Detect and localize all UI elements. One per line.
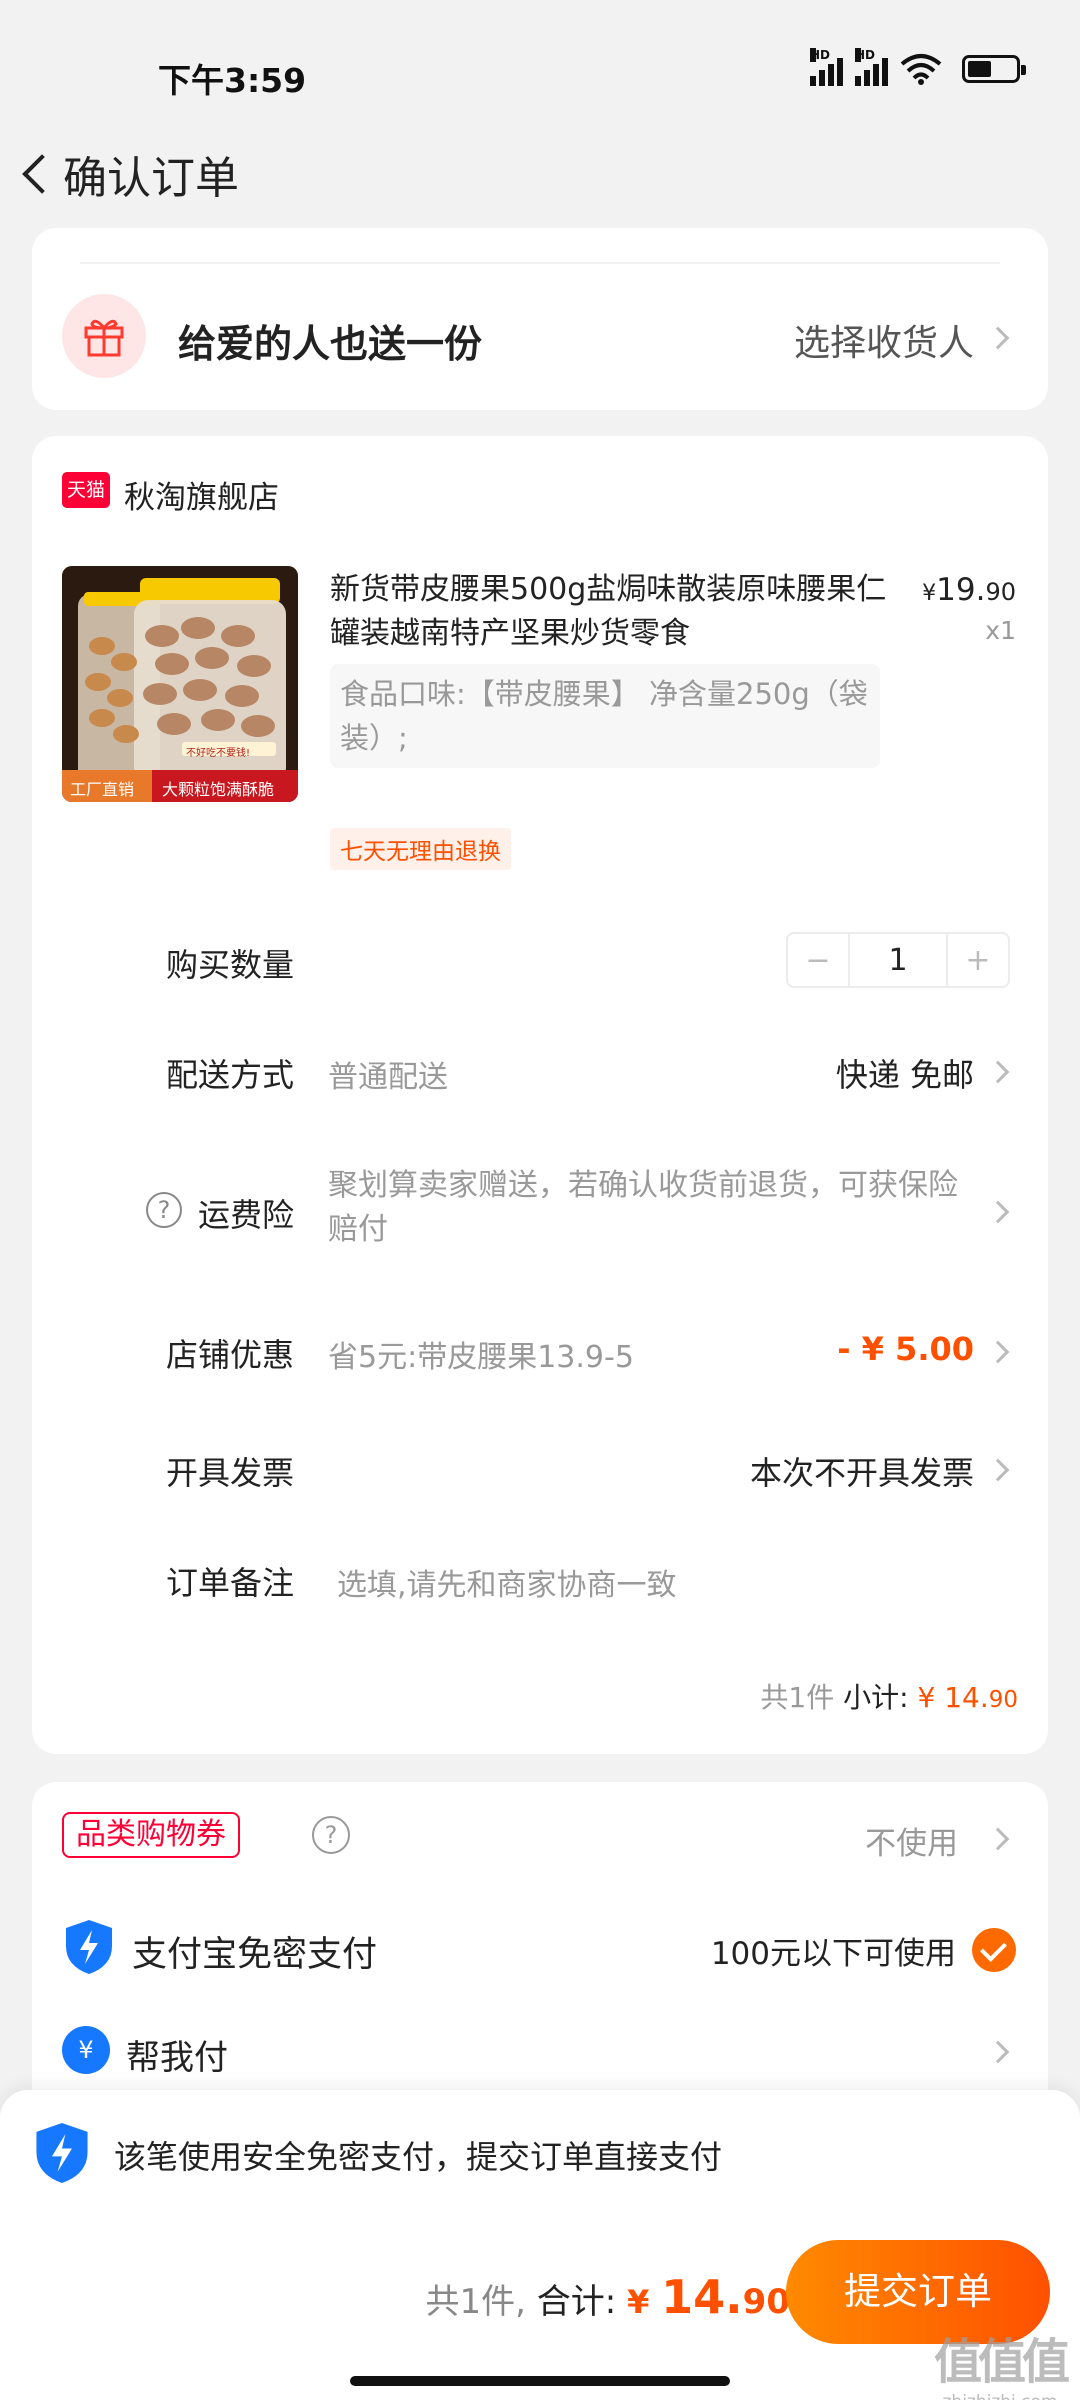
chevron-right-icon [986, 2040, 1010, 2064]
nav-bar: 确认订单 [0, 130, 1080, 230]
signal-hd-label: HD [810, 48, 831, 62]
alipay-note: 100元以下可使用 [710, 1936, 956, 1972]
chevron-right-icon [986, 1340, 1010, 1364]
product-spec[interactable]: 食品口味:【带皮腰果】 净含量250g（袋装）; [330, 664, 880, 768]
subtotal: 共1件 小计: ¥ 14.90 [760, 1676, 1018, 1716]
subtotal-symbol: ¥ [917, 1681, 936, 1714]
discount-value: - ¥ 5.00 [837, 1330, 974, 1368]
watermark: 值值值 zhizhizhi.com [933, 2322, 1070, 2400]
image-badge-top: 不好吃不要钱! [186, 748, 251, 759]
coupon-value[interactable]: 不使用 [865, 1818, 958, 1863]
total-label: 合计: [536, 2282, 617, 2322]
back-chevron-icon[interactable] [14, 144, 58, 204]
total-count: 共1件, [425, 2282, 526, 2322]
status-icons: HD HD [810, 48, 1026, 86]
delivery-row[interactable]: 配送方式 普通配送 快递 免邮 [32, 1050, 1048, 1110]
delivery-label: 配送方式 [166, 1056, 295, 1094]
chevron-right-icon [986, 1458, 1010, 1482]
tmall-badge: 天猫 [62, 472, 110, 508]
signal-icon: HD [810, 48, 843, 86]
subtotal-amount: ¥ 14.90 [917, 1681, 1018, 1714]
total-dec: 90 [742, 2282, 790, 2322]
alipay-label[interactable]: 支付宝免密支付 [132, 1926, 377, 1977]
page-title: 确认订单 [63, 153, 239, 204]
invoice-row[interactable]: 开具发票 本次不开具发票 [32, 1448, 1048, 1508]
shop-discount-row[interactable]: 店铺优惠 省5元:带皮腰果13.9-5 - ¥ 5.00 [32, 1330, 1048, 1390]
delivery-value: 快递 免邮 [835, 1056, 974, 1094]
order-total: 共1件, 合计: ¥ 14.90 [426, 2270, 790, 2324]
discount-label: 店铺优惠 [166, 1336, 295, 1374]
quantity-value[interactable]: 1 [848, 934, 948, 986]
signal-icon: HD [855, 48, 888, 86]
total-int: 14. [661, 2270, 743, 2324]
quantity-label: 购买数量 [166, 946, 295, 984]
insurance-label: 运费险 [198, 1196, 295, 1234]
discount-sub: 省5元:带皮腰果13.9-5 [328, 1340, 634, 1375]
return-policy-tag: 七天无理由退换 [330, 828, 511, 870]
price-dec: 90 [985, 578, 1016, 606]
plus-button[interactable]: + [948, 934, 1008, 986]
wifi-icon [900, 54, 942, 85]
product-qty: x1 [985, 616, 1016, 645]
minus-button[interactable]: − [788, 934, 848, 986]
insurance-row[interactable]: ? 运费险 聚划算卖家赠送，若确认收货前退货，可获保险赔付 [32, 1164, 1048, 1264]
product-image[interactable]: 不好吃不要钱! 工厂直销 大颗粒饱满酥脆 [62, 566, 298, 802]
note-row: 订单备注 选填,请先和商家协商一致 [32, 1558, 1048, 1618]
help-pay-icon: ¥ [62, 2026, 110, 2074]
price-int: 19. [936, 572, 986, 608]
bottom-bar: 该笔使用安全免密支付，提交订单直接支付 共1件, 合计: ¥ 14.90 提交订… [0, 2090, 1080, 2400]
gift-label: 给爱的人也送一份 [178, 322, 483, 366]
price-symbol: ¥ [922, 581, 937, 606]
divider [80, 262, 1000, 264]
total-symbol: ¥ [627, 2283, 650, 2321]
watermark-url: zhizhizhi.com [934, 2392, 1066, 2400]
gift-card[interactable]: 给爱的人也送一份 选择收货人 [32, 228, 1048, 410]
chevron-right-icon [986, 1060, 1010, 1084]
subtotal-int: 14. [944, 1681, 989, 1714]
help-pay-label[interactable]: 帮我付 [126, 2030, 228, 2079]
help-icon[interactable]: ? [312, 1816, 350, 1854]
signal-hd-label: HD [855, 48, 876, 62]
subtotal-dec: 90 [988, 1687, 1018, 1713]
battery-level [968, 61, 991, 77]
image-badge-right: 大颗粒饱满酥脆 [162, 780, 275, 799]
image-badge-left: 工厂直销 [70, 780, 135, 799]
quantity-stepper: − 1 + [786, 932, 1010, 988]
home-indicator[interactable] [350, 2376, 730, 2386]
invoice-value: 本次不开具发票 [749, 1454, 974, 1492]
category-coupon-tag[interactable]: 品类购物券 [62, 1812, 240, 1858]
product-title[interactable]: 新货带皮腰果500g盐焗味散装原味腰果仁罐装越南特产坚果炒货零食 [330, 568, 890, 656]
payment-card: 品类购物券 ? 不使用 支付宝免密支付 100元以下可使用 ¥ 帮我付 [32, 1782, 1048, 2112]
total-amount: ¥ 14.90 [627, 2270, 790, 2324]
invoice-label: 开具发票 [166, 1454, 295, 1492]
quantity-row: 购买数量 − 1 + [32, 932, 1048, 992]
selected-check-icon[interactable] [972, 1928, 1016, 1972]
security-shield-icon [36, 2123, 88, 2183]
help-icon[interactable]: ? [146, 1192, 182, 1228]
product-price: ¥19.90 [922, 572, 1016, 608]
alipay-shield-icon [66, 1920, 112, 1974]
order-card: 天猫 秋淘旗舰店 不好吃不要钱! 工厂直销 大颗粒饱满酥脆 新货带皮腰果500g… [32, 436, 1048, 1754]
watermark-logo: 值值值 [933, 2334, 1070, 2390]
gift-icon [62, 294, 146, 378]
secure-payment-note: 该笔使用安全免密支付，提交订单直接支付 [114, 2138, 723, 2176]
subtotal-label: 小计: [843, 1681, 909, 1714]
note-input[interactable]: 选填,请先和商家协商一致 [337, 1560, 677, 1604]
delivery-sub: 普通配送 [328, 1060, 448, 1095]
battery-icon [962, 55, 1026, 83]
status-time: 下午3:59 [158, 61, 307, 100]
status-bar: 下午3:59 HD HD [0, 0, 1080, 140]
chevron-right-icon [986, 326, 1010, 350]
subtotal-count: 共1件 [760, 1681, 835, 1714]
note-label: 订单备注 [166, 1564, 295, 1602]
insurance-text: 聚划算卖家赠送，若确认收货前退货，可获保险赔付 [328, 1168, 958, 1247]
choose-recipient-link[interactable]: 选择收货人 [794, 314, 974, 366]
chevron-right-icon [986, 1827, 1010, 1851]
chevron-right-icon [986, 1200, 1010, 1224]
shop-name[interactable]: 秋淘旗舰店 [124, 472, 279, 517]
